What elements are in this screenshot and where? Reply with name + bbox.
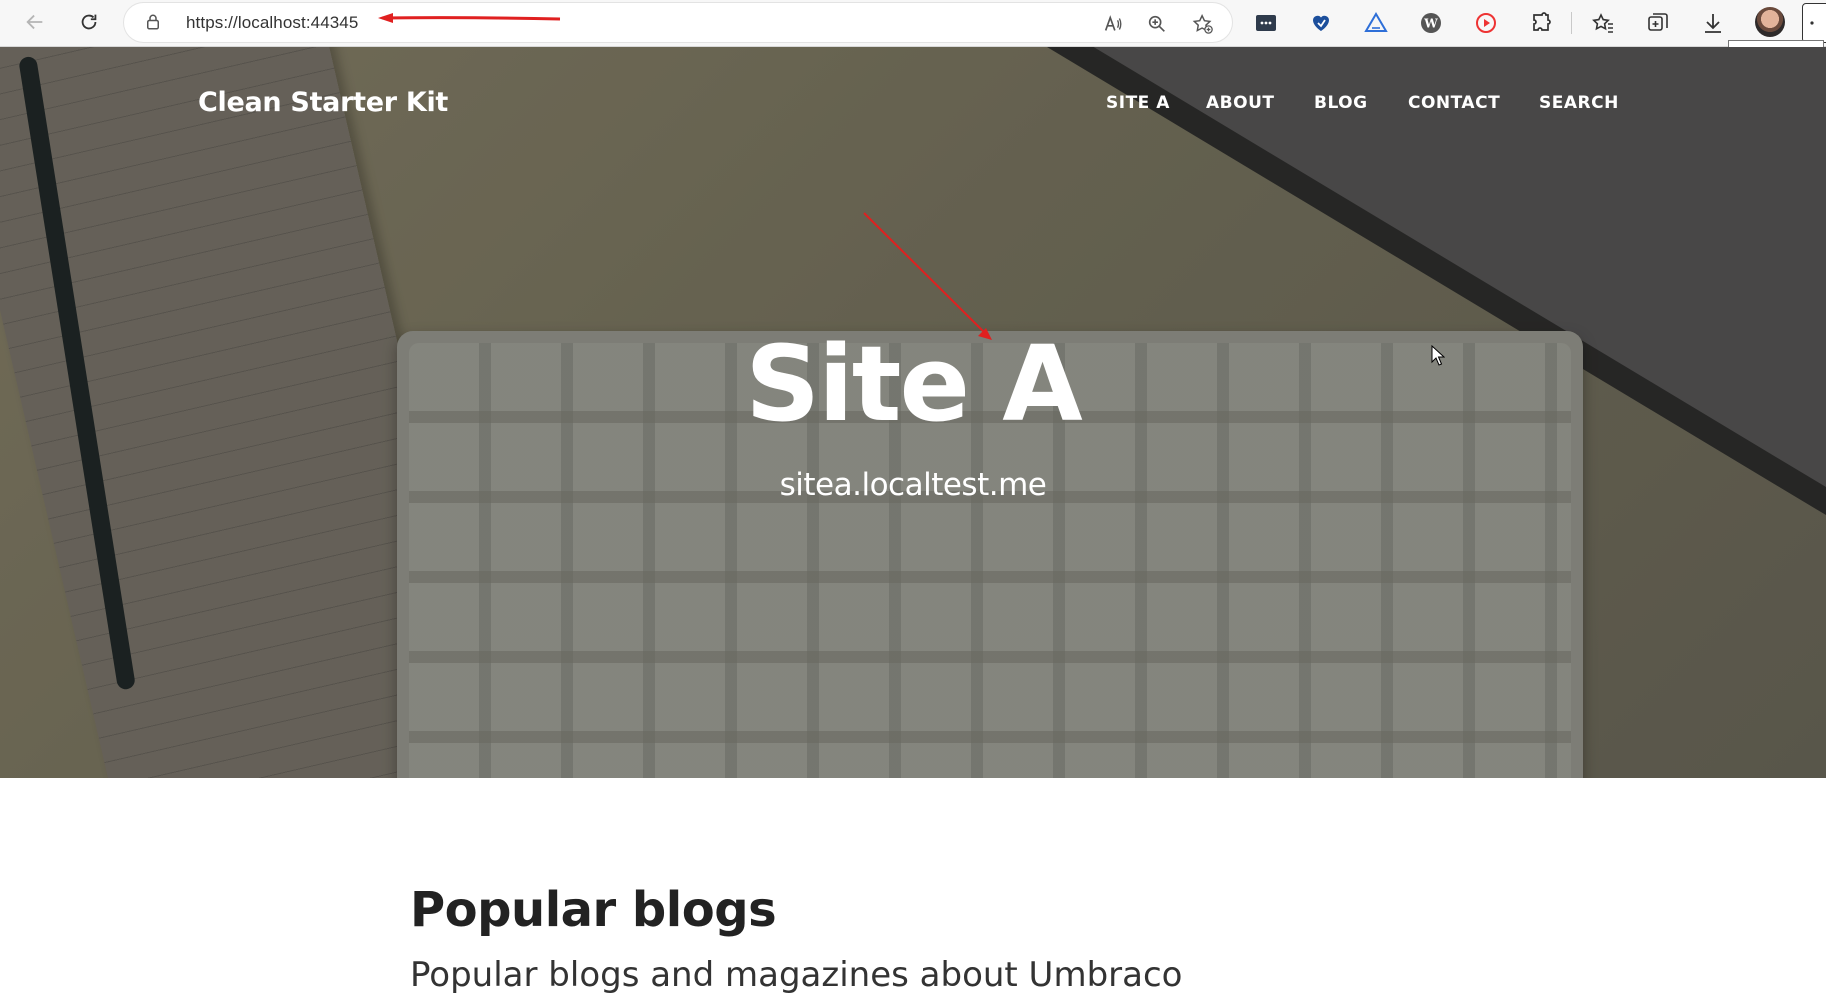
back-button[interactable] xyxy=(17,4,53,40)
downloads-button[interactable] xyxy=(1698,8,1728,38)
more-button[interactable] xyxy=(1802,3,1826,43)
add-favorite-button[interactable] xyxy=(1191,12,1215,36)
read-aloud-icon xyxy=(1104,15,1122,31)
svg-text:W: W xyxy=(1423,17,1438,31)
heart-extension[interactable] xyxy=(1306,8,1336,38)
hero-subtitle: sitea.localtest.me xyxy=(779,467,1047,503)
popular-blogs-subheading: Popular blogs and magazines about Umbrac… xyxy=(410,955,1183,995)
popular-blogs-heading: Popular blogs xyxy=(410,882,777,938)
extensions-button[interactable] xyxy=(1526,8,1556,38)
nav-contact[interactable]: CONTACT xyxy=(1408,93,1500,113)
add-favorite-icon xyxy=(1192,14,1213,34)
triangle-extension[interactable] xyxy=(1361,8,1391,38)
nav-search[interactable]: SEARCH xyxy=(1539,93,1619,113)
record-icon xyxy=(1476,13,1496,33)
hero-title: Site A xyxy=(745,323,1083,445)
toolbar-divider xyxy=(1571,12,1572,34)
password-manager-icon xyxy=(1256,15,1276,31)
profile-avatar[interactable] xyxy=(1755,7,1785,37)
puzzle-icon xyxy=(1533,12,1551,31)
zoom-icon xyxy=(1148,15,1165,32)
heart-extension-icon xyxy=(1313,15,1329,31)
more-icon xyxy=(1810,21,1814,25)
nav-blog[interactable]: BLOG xyxy=(1314,93,1368,113)
site-brand[interactable]: Clean Starter Kit xyxy=(198,87,448,118)
download-icon xyxy=(1705,14,1721,33)
back-arrow-icon xyxy=(26,14,43,30)
lock-icon xyxy=(147,14,159,30)
zoom-button[interactable] xyxy=(1145,12,1169,36)
record-extension[interactable] xyxy=(1471,8,1501,38)
mouse-cursor-icon xyxy=(1431,345,1445,366)
nav-site-a[interactable]: SITE A xyxy=(1106,93,1170,113)
collections-icon xyxy=(1648,13,1668,31)
refresh-button[interactable] xyxy=(71,4,107,40)
nav-about[interactable]: ABOUT xyxy=(1206,93,1274,113)
favorites-button[interactable] xyxy=(1588,8,1618,38)
triangle-extension-icon xyxy=(1364,12,1388,32)
hero-section: Clean Starter Kit SITE A ABOUT BLOG CONT… xyxy=(0,47,1826,778)
url-text[interactable]: https://localhost:44345 xyxy=(186,13,358,33)
address-bar[interactable]: https://localhost:44345 xyxy=(124,3,1232,42)
read-aloud-button[interactable] xyxy=(1101,12,1125,36)
wordpress-extension[interactable]: W xyxy=(1416,8,1446,38)
password-manager-extension[interactable] xyxy=(1251,8,1281,38)
favorites-icon xyxy=(1592,13,1613,33)
wordpress-icon: W xyxy=(1421,13,1441,33)
refresh-icon xyxy=(81,14,97,30)
browser-toolbar: https://localhost:44345 W xyxy=(0,0,1826,47)
collections-button[interactable] xyxy=(1643,8,1673,38)
